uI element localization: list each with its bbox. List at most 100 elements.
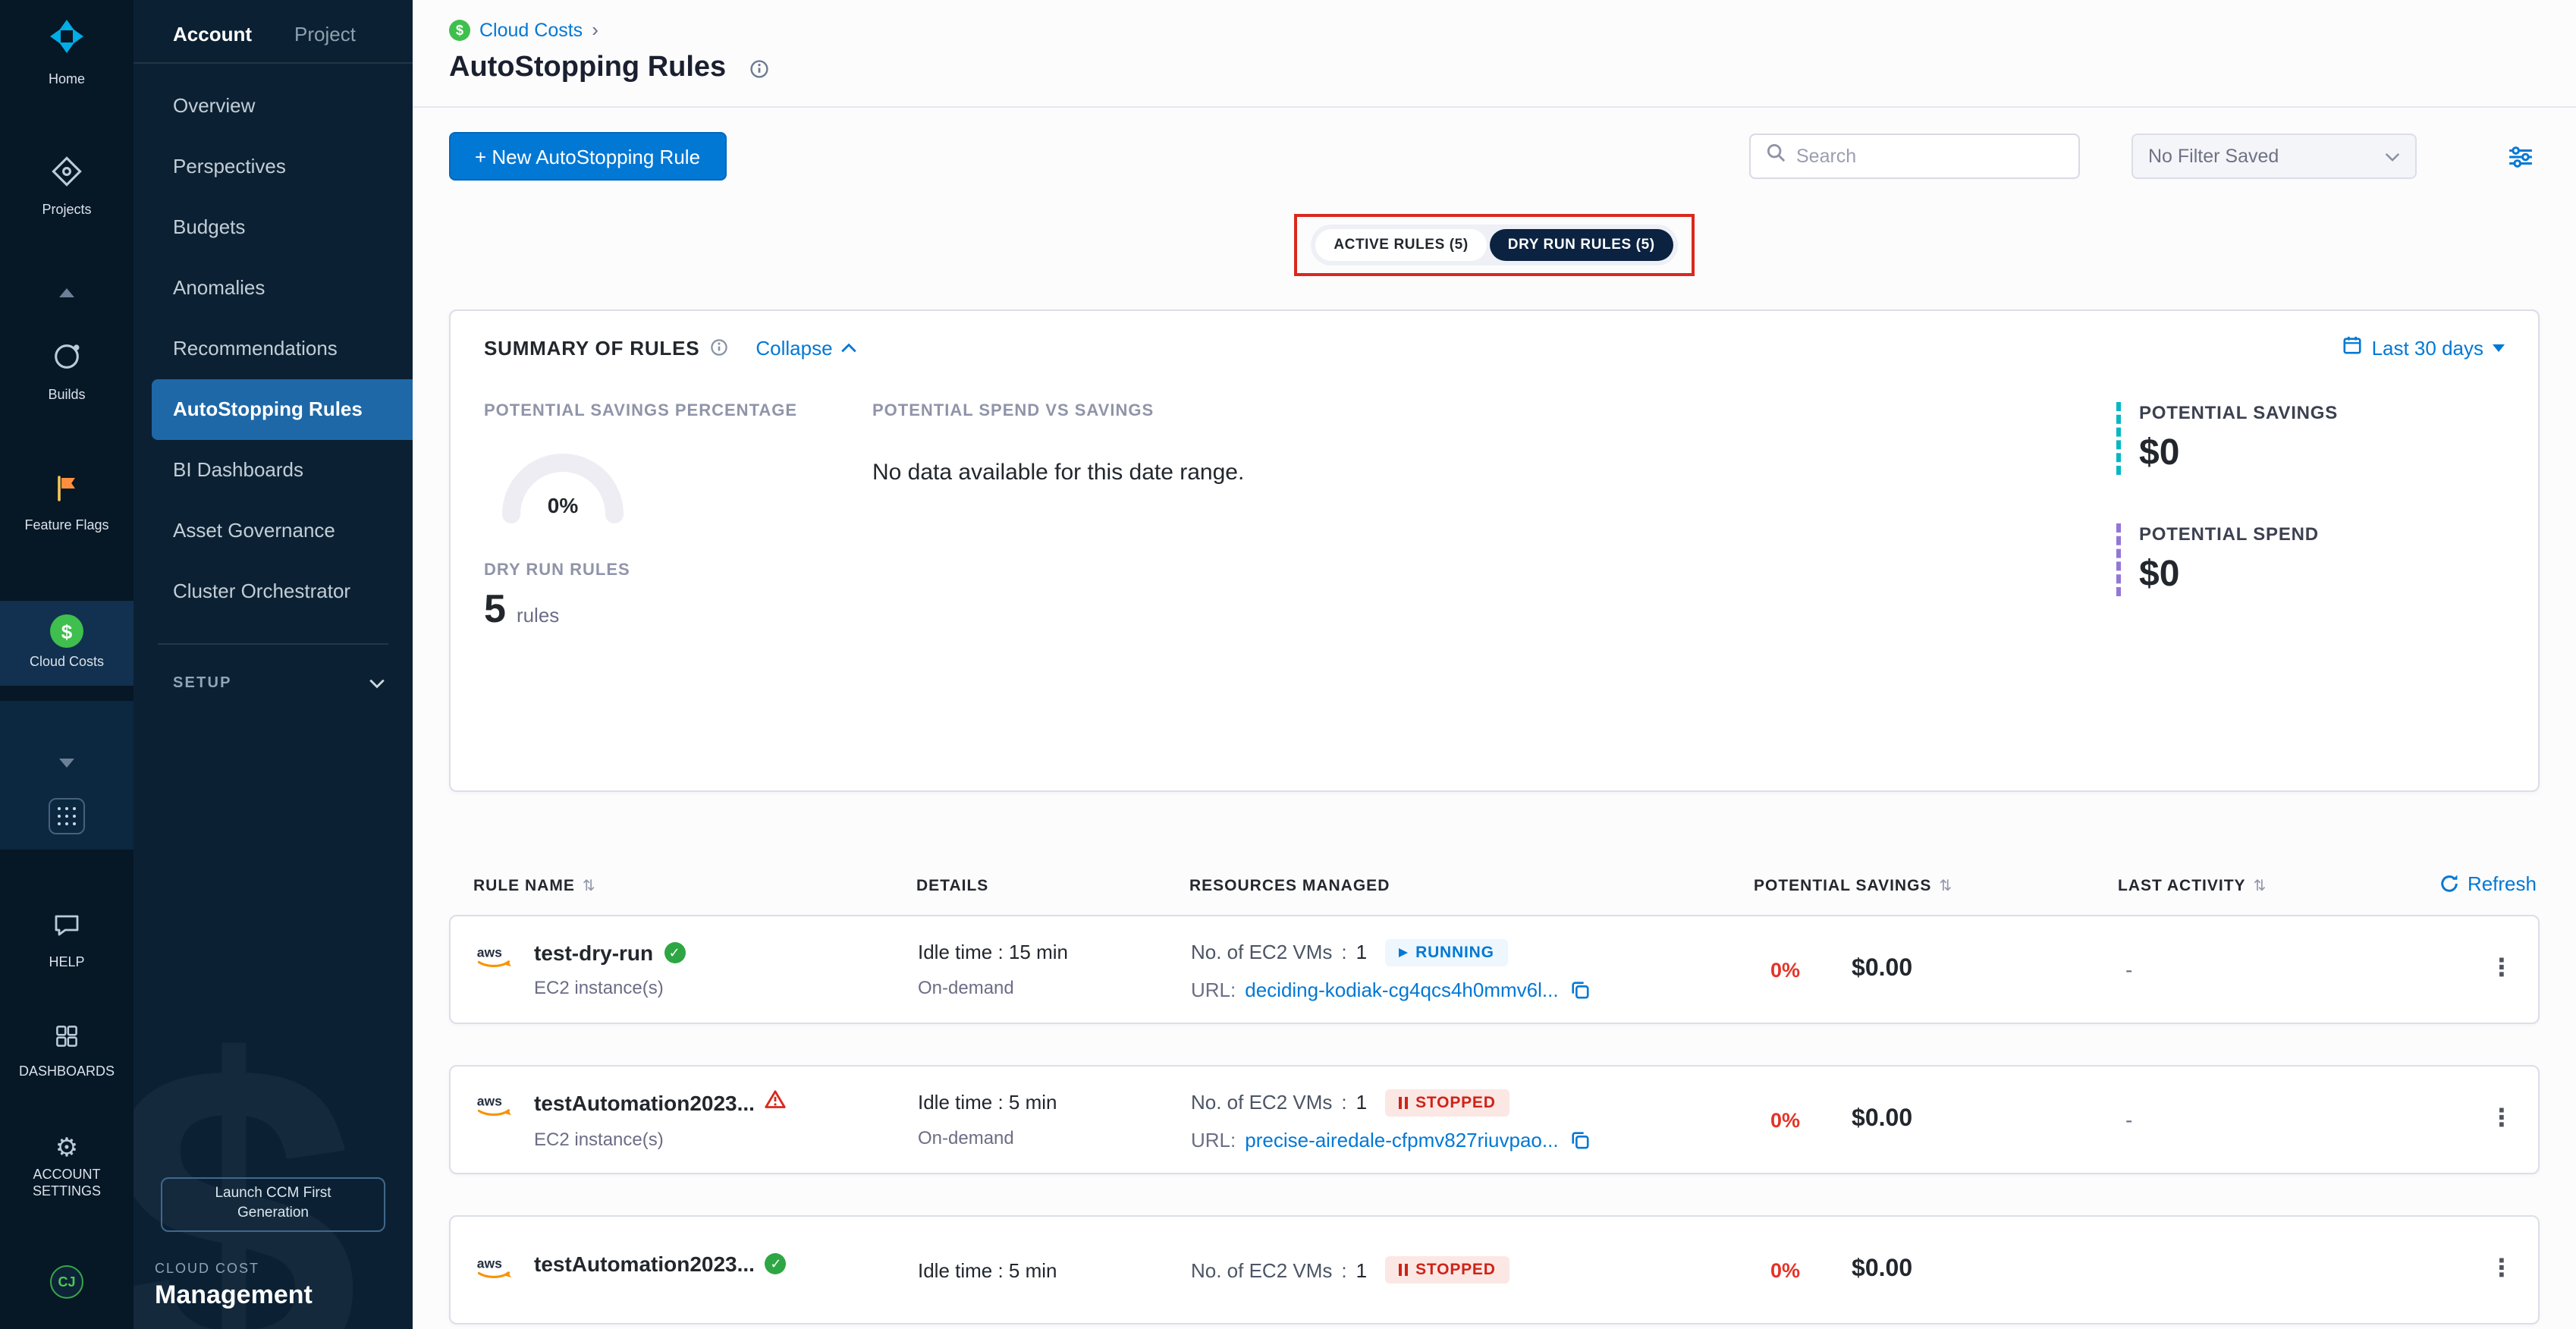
sidebar-item-recommendations[interactable]: Recommendations	[134, 319, 413, 379]
chevron-down-icon	[369, 669, 385, 696]
table-row[interactable]: aws testAutomation2023... EC2 instan	[449, 1065, 2540, 1174]
user-avatar[interactable]: CJ	[0, 1265, 134, 1299]
sidebar-divider	[158, 643, 388, 645]
column-resources-managed: RESOURCES MANAGED	[1189, 877, 1754, 895]
toolbar: + New AutoStopping Rule No Filter Saved	[449, 132, 2540, 181]
setup-label: SETUP	[173, 674, 232, 691]
sidebar-item-overview[interactable]: Overview	[134, 76, 413, 137]
rule-type: EC2 instance(s)	[534, 1129, 787, 1150]
search-box[interactable]	[1749, 134, 2080, 179]
rules-toggle-group: ACTIVE RULES (5) DRY RUN RULES (5)	[1311, 225, 1677, 265]
setup-section-toggle[interactable]: SETUP	[134, 669, 413, 696]
rail-item-cloud-costs[interactable]: Cloud Costs	[0, 601, 134, 686]
column-label: RULE NAME	[473, 877, 575, 895]
row-menu-cell	[2468, 957, 2538, 982]
gauge-value: 0%	[548, 494, 579, 517]
idle-time: Idle time : 15 min	[918, 941, 1191, 963]
sort-icon[interactable]	[2254, 877, 2267, 895]
chevron-up-icon	[59, 288, 74, 297]
sidebar-item-budgets[interactable]: Budgets	[134, 197, 413, 258]
sidebar-item-asset-governance[interactable]: Asset Governance	[134, 501, 413, 561]
dry-run-rules-label: DRY RUN RULES	[484, 561, 872, 580]
rail-item-label: Feature Flags	[18, 517, 115, 535]
saved-filter-dropdown[interactable]: No Filter Saved	[2131, 134, 2417, 179]
rail-item-label: Projects	[36, 202, 97, 219]
rail-item-feature-flags[interactable]: Feature Flags	[0, 473, 134, 535]
new-autostopping-rule-button[interactable]: + New AutoStopping Rule	[449, 132, 726, 181]
rail-item-dashboards[interactable]: DASHBOARDS	[0, 1023, 134, 1081]
fulfilment: On-demand	[918, 977, 1191, 998]
savings-percentage-column: POTENTIAL SAVINGS PERCENTAGE 0% DRY RUN …	[484, 402, 872, 633]
summary-card-header: SUMMARY OF RULES Collapse Last 30 days	[484, 335, 2505, 360]
tab-project[interactable]: Project	[294, 23, 356, 46]
sidebar-footer: CLOUD COST Management	[155, 1261, 313, 1311]
rail-collapse-down[interactable]	[0, 759, 134, 768]
warning-icon	[765, 1089, 787, 1117]
table-row[interactable]: aws test-dry-run EC2 instance(s)	[449, 915, 2540, 1024]
summary-title: SUMMARY OF RULES	[484, 336, 699, 359]
sort-icon[interactable]	[1939, 877, 1952, 895]
summary-card-body: POTENTIAL SAVINGS PERCENTAGE 0% DRY RUN …	[484, 402, 2505, 633]
collapse-toggle[interactable]: Collapse	[756, 336, 856, 359]
separator: :	[1341, 941, 1346, 963]
active-rules-tab[interactable]: ACTIVE RULES (5)	[1315, 229, 1486, 261]
separator: :	[1341, 1258, 1346, 1281]
rail-item-label: Builds	[42, 387, 91, 404]
rule-url-link[interactable]: deciding-kodiak-cg4qcs4h0mmv6l...	[1245, 978, 1558, 1001]
svg-text:aws: aws	[477, 1094, 502, 1109]
rail-item-projects[interactable]: Projects	[0, 155, 134, 219]
sidebar-item-cluster-orchestrator[interactable]: Cluster Orchestrator	[134, 561, 413, 622]
kebab-menu-icon[interactable]	[2490, 1258, 2514, 1282]
sidebar-item-bi-dashboards[interactable]: BI Dashboards	[134, 440, 413, 501]
kebab-menu-icon[interactable]	[2490, 957, 2514, 982]
table-row[interactable]: aws testAutomation2023... Idle time : 5 …	[449, 1215, 2540, 1324]
rail-item-builds[interactable]: Builds	[0, 340, 134, 404]
info-icon[interactable]	[710, 338, 728, 357]
totals-column: POTENTIAL SAVINGS $0 POTENTIAL SPEND $0	[2116, 402, 2505, 633]
search-icon	[1766, 143, 1786, 170]
no-data-message: No data available for this date range.	[872, 460, 2116, 485]
rail-item-home[interactable]: Home	[0, 15, 134, 89]
sidebar-item-anomalies[interactable]: Anomalies	[134, 258, 413, 319]
info-icon[interactable]	[749, 58, 768, 78]
dry-run-unit: rules	[517, 604, 559, 627]
pause-icon	[1399, 1264, 1408, 1276]
rule-name-stack: testAutomation2023... EC2 instance(s)	[534, 1089, 787, 1150]
spend-vs-savings-label: POTENTIAL SPEND VS SAVINGS	[872, 402, 2116, 420]
row-menu-cell	[2468, 1108, 2538, 1132]
rail-item-account-settings[interactable]: ACCOUNT SETTINGS	[0, 1135, 134, 1201]
rail-collapse-up[interactable]	[0, 288, 134, 297]
tab-account[interactable]: Account	[173, 23, 252, 46]
rail-item-label: DASHBOARDS	[13, 1064, 121, 1081]
launch-ccm-first-gen-button[interactable]: Launch CCM First Generation	[161, 1178, 385, 1232]
column-label: DETAILS	[916, 877, 988, 895]
page-title: AutoStopping Rules	[449, 52, 726, 85]
column-label: POTENTIAL SAVINGS	[1754, 877, 1931, 895]
copy-icon[interactable]	[1571, 979, 1591, 999]
savings-percent: 0%	[1770, 1258, 1800, 1281]
breadcrumb-cloud-costs-link[interactable]: Cloud Costs	[479, 19, 583, 40]
rail-item-help[interactable]: HELP	[0, 910, 134, 972]
dry-run-rules-tab[interactable]: DRY RUN RULES (5)	[1490, 229, 1673, 261]
sidebar-item-perspectives[interactable]: Perspectives	[134, 137, 413, 197]
module-picker-button[interactable]	[0, 798, 134, 834]
aws-logo-icon: aws	[475, 944, 516, 977]
kebab-menu-icon[interactable]	[2490, 1108, 2514, 1132]
search-input[interactable]	[1796, 146, 2063, 167]
sidebar-item-autostopping-rules[interactable]: AutoStopping Rules	[152, 379, 413, 440]
vm-label: No. of EC2 VMs	[1191, 1091, 1332, 1114]
last-activity-cell: -	[2119, 957, 2468, 982]
header-divider	[413, 106, 2576, 108]
separator: :	[1341, 1091, 1346, 1114]
rail-item-label: ACCOUNT SETTINGS	[0, 1167, 134, 1201]
rule-url-link[interactable]: precise-airedale-cfpmv827riuvpao...	[1245, 1128, 1558, 1151]
module-rail: Home Projects Builds	[0, 0, 134, 1329]
date-range-picker[interactable]: Last 30 days	[2343, 335, 2505, 360]
status-label: STOPPED	[1415, 1261, 1496, 1279]
rail-item-label: HELP	[42, 954, 90, 972]
refresh-button[interactable]: Refresh	[2440, 872, 2537, 895]
sort-icon[interactable]	[583, 877, 596, 895]
filter-panel-icon[interactable]	[2508, 145, 2534, 168]
copy-icon[interactable]	[1571, 1129, 1591, 1149]
refresh-icon	[2440, 874, 2460, 894]
